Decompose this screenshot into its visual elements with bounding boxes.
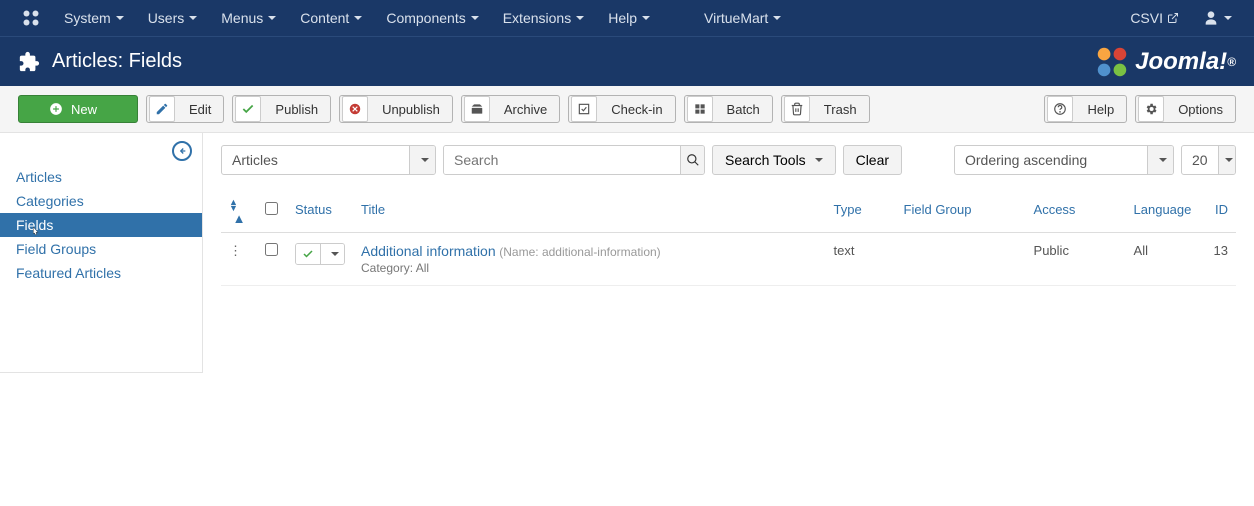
fields-table: ▲▼ ▲ Status Title Type Field Group Acces… bbox=[221, 187, 1236, 286]
row-language: All bbox=[1126, 233, 1206, 286]
row-access: Public bbox=[1026, 233, 1126, 286]
col-language[interactable]: Language bbox=[1126, 187, 1206, 233]
archive-button[interactable]: Archive bbox=[461, 95, 560, 123]
col-access[interactable]: Access bbox=[1026, 187, 1126, 233]
nav-system[interactable]: System bbox=[52, 0, 136, 36]
status-toggle[interactable] bbox=[295, 243, 345, 265]
toolbar: New Edit Publish Unpublish Archive Check… bbox=[0, 86, 1254, 133]
nav-user-menu[interactable] bbox=[1191, 0, 1244, 36]
unpublish-button[interactable]: Unpublish bbox=[339, 95, 453, 123]
trash-button[interactable]: Trash bbox=[781, 95, 870, 123]
cancel-icon bbox=[348, 102, 362, 116]
chevron-down-icon bbox=[1218, 146, 1235, 174]
sidebar: Articles Categories Fields Field Groups … bbox=[0, 133, 203, 373]
chevron-down-icon bbox=[409, 146, 435, 174]
search-tools-button[interactable]: Search Tools bbox=[712, 145, 836, 175]
nav-menus[interactable]: Menus bbox=[209, 0, 288, 36]
pencil-icon bbox=[155, 102, 169, 116]
external-link-icon bbox=[1167, 12, 1179, 24]
col-title[interactable]: Title bbox=[353, 187, 826, 233]
sidebar-item-categories[interactable]: Categories bbox=[0, 189, 202, 213]
puzzle-icon bbox=[18, 51, 40, 73]
row-field-group bbox=[896, 233, 1026, 286]
options-button[interactable]: Options bbox=[1135, 95, 1236, 123]
sidebar-item-featured-articles[interactable]: Featured Articles bbox=[0, 261, 202, 285]
arrow-left-icon bbox=[177, 146, 187, 156]
user-icon bbox=[1203, 10, 1219, 26]
checkin-button[interactable]: Check-in bbox=[568, 95, 675, 123]
table-row: ⋮ Additional information (Name: addition… bbox=[221, 233, 1236, 286]
search-input[interactable] bbox=[444, 146, 680, 174]
sidebar-item-fields[interactable]: Fields bbox=[0, 213, 202, 237]
archive-icon bbox=[470, 102, 484, 116]
sidebar-item-articles[interactable]: Articles bbox=[0, 165, 202, 189]
row-title-link[interactable]: Additional information bbox=[361, 243, 496, 259]
sidebar-collapse-button[interactable] bbox=[172, 141, 192, 161]
nav-help[interactable]: Help bbox=[596, 0, 662, 36]
row-category: Category: All bbox=[361, 261, 818, 275]
batch-button[interactable]: Batch bbox=[684, 95, 773, 123]
new-button[interactable]: New bbox=[18, 95, 138, 123]
context-select[interactable]: Articles bbox=[221, 145, 436, 175]
joomla-menu-icon[interactable] bbox=[10, 0, 52, 36]
chevron-down-icon bbox=[1147, 146, 1173, 174]
grid-icon bbox=[693, 102, 707, 116]
top-navbar: System Users Menus Content Components Ex… bbox=[0, 0, 1254, 36]
row-checkbox[interactable] bbox=[265, 243, 278, 256]
nav-virtuemart[interactable]: VirtueMart bbox=[692, 0, 793, 36]
question-icon bbox=[1053, 102, 1067, 116]
content-area: Articles Search Tools Clear Ordering asc… bbox=[203, 133, 1254, 373]
search-button[interactable] bbox=[680, 146, 704, 174]
check-all[interactable] bbox=[265, 202, 278, 215]
nav-users[interactable]: Users bbox=[136, 0, 210, 36]
search-icon bbox=[686, 153, 700, 167]
nav-extensions[interactable]: Extensions bbox=[491, 0, 596, 36]
chevron-down-icon bbox=[331, 252, 339, 256]
ordering-select[interactable]: Ordering ascending bbox=[954, 145, 1174, 175]
col-id[interactable]: ID bbox=[1206, 187, 1236, 233]
check-icon bbox=[302, 248, 314, 260]
gear-icon bbox=[1144, 102, 1158, 116]
nav-content[interactable]: Content bbox=[288, 0, 374, 36]
publish-button[interactable]: Publish bbox=[232, 95, 331, 123]
drag-handle-icon[interactable]: ⋮ bbox=[229, 243, 242, 258]
col-ordering[interactable]: ▲▼ ▲ bbox=[221, 187, 257, 233]
page-header: Articles: Fields Joomla!® bbox=[0, 36, 1254, 86]
limit-select[interactable]: 20 bbox=[1181, 145, 1236, 175]
help-button[interactable]: Help bbox=[1044, 95, 1127, 123]
col-type[interactable]: Type bbox=[826, 187, 896, 233]
plus-icon bbox=[49, 102, 63, 116]
page-title: Articles: Fields bbox=[52, 50, 182, 73]
search-group bbox=[443, 145, 705, 175]
filter-bar: Articles Search Tools Clear Ordering asc… bbox=[221, 145, 1236, 175]
joomla-logo: Joomla!® bbox=[1093, 43, 1236, 81]
nav-csvi[interactable]: CSVI bbox=[1118, 0, 1191, 36]
trash-icon bbox=[790, 102, 804, 116]
clear-button[interactable]: Clear bbox=[843, 145, 902, 175]
edit-button[interactable]: Edit bbox=[146, 95, 224, 123]
nav-components[interactable]: Components bbox=[374, 0, 490, 36]
row-type: text bbox=[826, 233, 896, 286]
col-status[interactable]: Status bbox=[287, 187, 353, 233]
cursor-icon bbox=[28, 225, 44, 241]
row-alias: (Name: additional-information) bbox=[499, 245, 660, 259]
main: Articles Categories Fields Field Groups … bbox=[0, 133, 1254, 373]
checkbox-icon bbox=[577, 102, 591, 116]
row-id: 13 bbox=[1206, 233, 1236, 286]
check-icon bbox=[241, 102, 255, 116]
col-field-group[interactable]: Field Group bbox=[896, 187, 1026, 233]
